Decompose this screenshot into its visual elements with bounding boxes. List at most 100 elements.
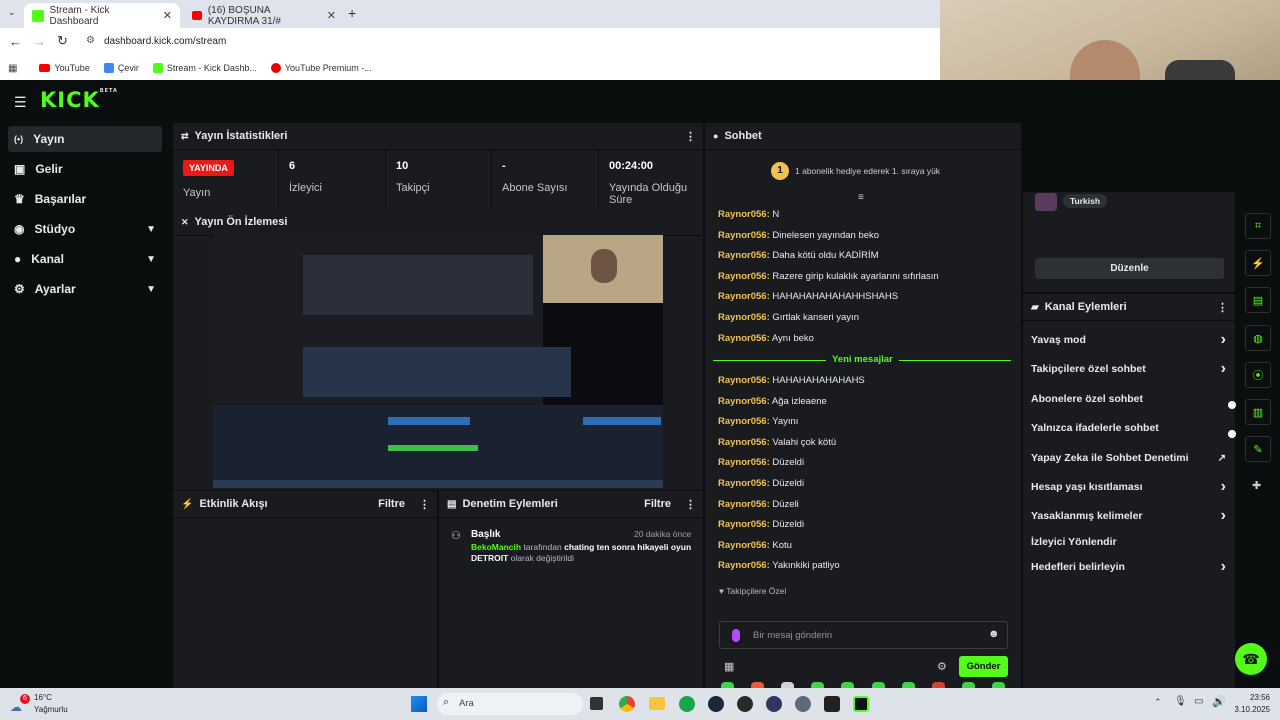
chevron-down-icon[interactable]: ≡ [858,192,864,203]
filter-button[interactable]: Filtre [378,498,405,510]
chat-username[interactable]: Raynor056: [718,230,770,241]
chrome-icon[interactable] [619,696,635,712]
sidebar-item-kanal[interactable]: ● Kanal ▼ [8,246,162,272]
chevron-right-icon[interactable]: › [1221,558,1226,576]
close-tab-icon[interactable]: ✕ [163,9,172,22]
clip-icon[interactable]: ⌗ [1245,213,1271,239]
bookmark-translate[interactable]: Çevir [103,63,139,73]
more-options-icon[interactable]: ⋮ [419,498,430,511]
file-explorer-icon[interactable] [649,697,665,710]
chat-username[interactable]: Raynor056: [718,499,770,510]
chat-username[interactable]: Raynor056: [718,416,770,427]
chat-username[interactable]: Raynor056: [718,560,770,571]
clock-date[interactable]: 3.10.2025 [1222,705,1270,714]
chat-settings-icon[interactable]: ⚙ [937,660,947,673]
chat-username[interactable]: Raynor056: [718,291,770,302]
obs-icon[interactable] [737,696,753,712]
external-link-icon[interactable]: ↗ [1218,453,1226,464]
close-tab-icon[interactable]: ✕ [327,9,336,22]
filter-button[interactable]: Filtre [644,498,671,510]
tab-kick-dashboard[interactable]: Stream - Kick Dashboard ✕ [24,3,180,28]
channel-action-item[interactable]: Yasaklanmış kelimeler › [1031,507,1226,525]
add-widget-icon[interactable]: ✚ [1252,479,1261,492]
chat-username[interactable]: Raynor056: [718,437,770,448]
chevron-right-icon[interactable]: › [1221,478,1226,496]
document-icon[interactable]: ▤ [1245,287,1271,313]
tab-youtube[interactable]: (16) BOŞUNA KAYDIRMA 31/# ✕ [184,3,344,28]
channel-action-item[interactable]: Hesap yaşı kısıtlaması › [1031,478,1226,496]
chevron-right-icon[interactable]: › [1221,331,1226,349]
log-user[interactable]: BekoMancih [471,542,521,552]
kick-app-icon[interactable] [853,696,869,712]
address-bar[interactable]: dashboard.kick.com/stream [104,36,226,47]
microphone-icon[interactable] [732,629,740,642]
bookmark-kick[interactable]: Stream - Kick Dashb... [152,63,257,73]
menu-icon[interactable]: ☰ [14,94,27,111]
app-icon[interactable] [824,696,840,712]
chat-bubble-icon[interactable]: ◍ [1245,325,1271,351]
chat-pinned-banner[interactable]: 1 1 abonelik hediye ederek 1. sıraya yük [705,150,1021,194]
channel-action-item[interactable]: Takipçilere özel sohbet › [1031,360,1226,378]
broadcast-icon[interactable]: ⦿ [1245,362,1271,388]
emoji-icon[interactable]: ☻ [988,628,1000,640]
microphone-icon[interactable]: 🎙 [1174,696,1187,707]
wrench-icon[interactable]: ✎ [1245,436,1271,462]
stream-preview-video[interactable] [213,235,663,488]
more-options-icon[interactable]: ⋮ [685,130,696,143]
bookmark-youtube-premium[interactable]: YouTube Premium -... [270,63,372,73]
channel-action-item[interactable]: İzleyici Yönlendir [1031,535,1226,549]
kick-logo[interactable]: KICKBETA [40,88,118,112]
chat-username[interactable]: Raynor056: [718,271,770,282]
chevron-right-icon[interactable]: › [1221,507,1226,525]
stats-icon[interactable]: ▥ [1245,399,1271,425]
bookmark-youtube[interactable]: YouTube [39,63,90,73]
xbox-icon[interactable] [679,696,695,712]
chat-input[interactable]: Bir mesaj gönderin ☻ [719,621,1008,649]
new-tab-icon[interactable]: + [348,5,356,21]
network-icon[interactable]: ▭ [1194,696,1203,707]
sidebar-item-basarilar[interactable]: ♛ Başarılar [8,186,162,212]
lightning-icon[interactable]: ⚡ [1245,250,1271,276]
sidebar-item-yayin[interactable]: (•) Yayın [8,126,162,152]
back-icon[interactable]: ← [9,34,22,49]
app-icon[interactable] [766,696,782,712]
chevron-right-icon[interactable]: › [1221,360,1226,378]
chat-username[interactable]: Raynor056: [718,478,770,489]
reload-icon[interactable]: ↻ [57,33,68,49]
chat-username[interactable]: Raynor056: [718,540,770,551]
channel-action-item[interactable]: Yapay Zeka ile Sohbet Denetimi ↗ [1031,451,1226,465]
sidebar-item-gelir[interactable]: ▣ Gelir [8,156,162,182]
tab-list-icon[interactable]: ⌄ [8,7,16,18]
chat-username[interactable]: Raynor056: [718,209,770,220]
sidebar-item-studyo[interactable]: ◉ Stüdyo ▼ [8,216,162,242]
chat-username[interactable]: Raynor056: [718,519,770,530]
store-icon[interactable]: ▦ [724,660,734,673]
windows-start-icon[interactable] [411,696,427,712]
support-chat-button[interactable]: ☎ [1235,643,1267,675]
taskbar-search[interactable]: ⌕ Ara [437,693,583,715]
chat-username[interactable]: Raynor056: [718,312,770,323]
chat-username[interactable]: Raynor056: [718,375,770,386]
site-info-icon[interactable]: ⚙ [86,35,95,46]
channel-action-item[interactable]: Yavaş mod › [1031,331,1226,349]
chat-username[interactable]: Raynor056: [718,396,770,407]
channel-action-item[interactable]: Yalnızca ifadelerle sohbet [1031,421,1226,435]
clock-time[interactable]: 23:56 [1234,693,1270,702]
chat-username[interactable]: Raynor056: [718,457,770,468]
channel-action-item[interactable]: Hedefleri belirleyin › [1031,558,1226,576]
apps-grid-icon[interactable]: ▦ [8,63,17,74]
settings-app-icon[interactable] [795,696,811,712]
channel-action-item[interactable]: Abonelere özel sohbet [1031,392,1226,406]
chat-username[interactable]: Raynor056: [718,250,770,261]
tray-overflow-icon[interactable]: ⌃ [1154,697,1162,708]
chat-username[interactable]: Raynor056: [718,333,770,344]
forward-icon[interactable]: → [33,34,46,49]
more-options-icon[interactable]: ⋮ [685,498,696,511]
sidebar-item-ayarlar[interactable]: ⚙ Ayarlar ▼ [8,276,162,302]
task-view-icon[interactable] [590,697,603,710]
steam-icon[interactable] [708,696,724,712]
more-options-icon[interactable]: ⋮ [1217,301,1228,314]
edit-button[interactable]: Düzenle [1035,258,1224,279]
send-button[interactable]: Gönder [959,656,1008,677]
cloud-icon[interactable]: ☁ [10,700,22,714]
